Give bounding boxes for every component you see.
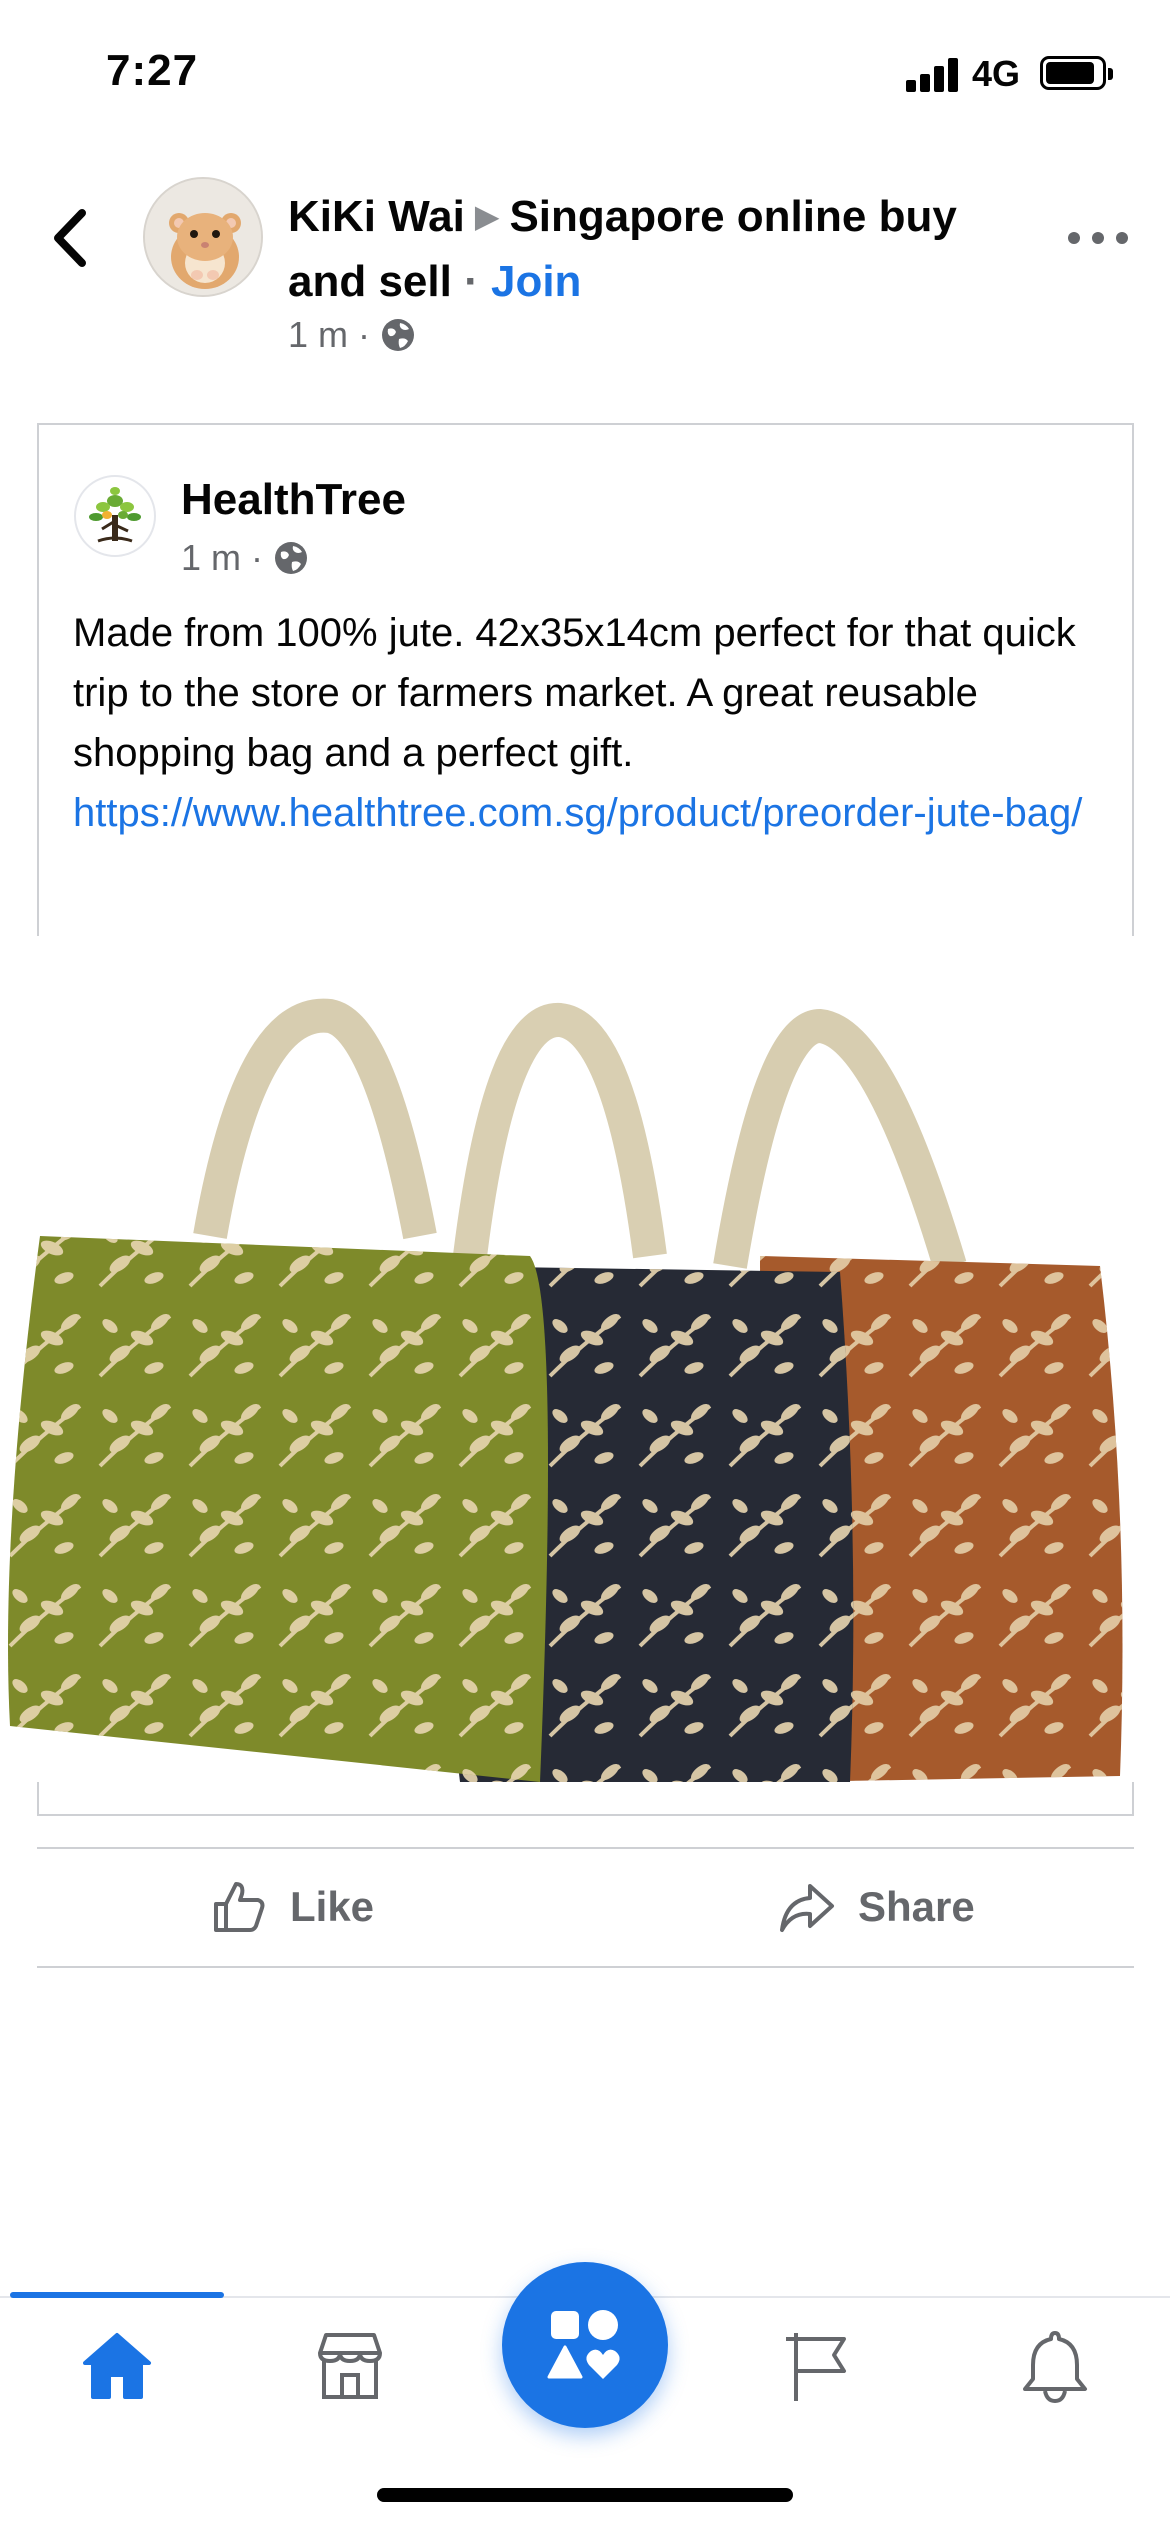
globe-icon xyxy=(275,542,308,574)
actions-divider-bottom xyxy=(37,1966,1134,1968)
like-label: Like xyxy=(290,1883,375,1930)
share-label: Share xyxy=(858,1883,975,1930)
post-meta: 1 m · xyxy=(288,314,416,356)
menu-shapes-icon xyxy=(547,2310,620,2379)
thumbs-up-icon xyxy=(214,1882,265,1932)
share-button[interactable]: Share xyxy=(778,1872,975,1942)
nav-notifications[interactable] xyxy=(1010,2320,1100,2410)
post-text-body: Made from 100% jute. 42x35x14cm perfect … xyxy=(73,611,1076,775)
chevron-left-icon xyxy=(54,209,86,267)
like-button[interactable]: Like xyxy=(210,1872,374,1942)
pages-flag-icon xyxy=(786,2333,846,2401)
post-timestamp[interactable]: 1 m xyxy=(288,314,348,356)
meta-dot: · xyxy=(358,314,371,355)
meta-dot: · xyxy=(251,537,264,578)
nav-home[interactable] xyxy=(72,2320,162,2410)
author-name[interactable]: KiKi Wai xyxy=(288,192,465,241)
author-avatar[interactable] xyxy=(143,177,263,297)
post-text: Made from 100% jute. 42x35x14cm perfect … xyxy=(73,603,1113,843)
nav-pages[interactable] xyxy=(775,2320,865,2410)
nav-marketplace[interactable] xyxy=(305,2320,395,2410)
more-options-button[interactable] xyxy=(1068,228,1128,248)
shared-post-meta: 1 m · xyxy=(181,537,309,579)
status-time: 7:27 xyxy=(106,46,199,95)
healthtree-avatar[interactable] xyxy=(74,475,156,557)
home-icon xyxy=(83,2333,151,2399)
join-group-link[interactable]: Join xyxy=(491,257,581,306)
post-detail-screen: 7:27 4G KiKi Wai ▶ Singapore online buy … xyxy=(0,0,1170,2532)
active-tab-indicator xyxy=(10,2292,224,2298)
post-header-title: KiKi Wai ▶ Singapore online buy and sell ·… xyxy=(288,186,1028,312)
share-arrow-icon xyxy=(780,1884,834,1932)
network-type: 4G xyxy=(972,53,1021,94)
jute-bags-image xyxy=(8,998,1123,1782)
notifications-bell-icon xyxy=(1023,2331,1087,2403)
shared-post-timestamp[interactable]: 1 m xyxy=(181,537,241,579)
globe-icon xyxy=(382,319,415,351)
nav-menu-button[interactable] xyxy=(502,2262,668,2428)
shared-to-arrow-icon: ▶ xyxy=(474,198,500,234)
header-separator: · xyxy=(464,257,479,306)
more-horizontal-icon xyxy=(1068,232,1080,244)
home-indicator[interactable] xyxy=(377,2488,793,2502)
marketplace-icon xyxy=(318,2333,382,2399)
tree-logo-icon xyxy=(89,487,141,543)
cellular-signal-icon xyxy=(906,56,960,92)
back-button[interactable] xyxy=(46,205,96,271)
status-bar: 7:27 4G xyxy=(0,0,1170,150)
post-photo[interactable] xyxy=(0,936,1170,1782)
battery-icon xyxy=(1040,56,1113,90)
actions-divider-top xyxy=(37,1847,1134,1849)
page-name[interactable]: HealthTree xyxy=(181,475,406,525)
hamster-avatar-image xyxy=(145,179,261,295)
product-link[interactable]: https://www.healthtree.com.sg/product/pr… xyxy=(73,783,1113,843)
